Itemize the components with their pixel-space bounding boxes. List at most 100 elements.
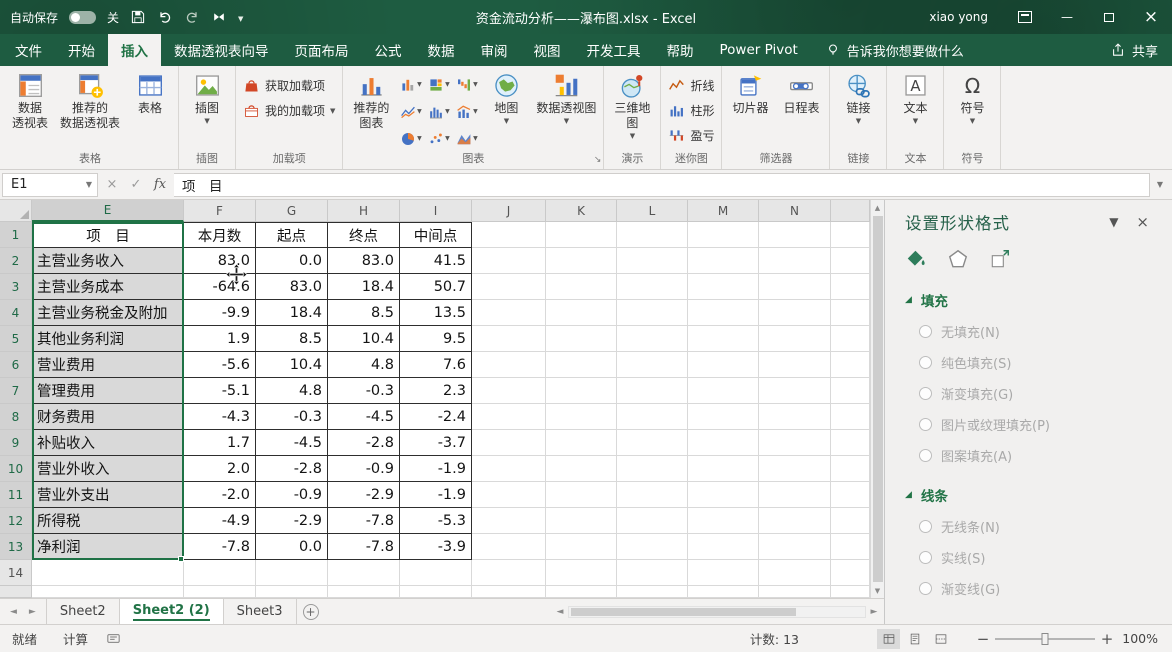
macro-record-icon[interactable] xyxy=(106,631,121,646)
cell[interactable] xyxy=(617,248,688,274)
ribbon-tab[interactable]: 页面布局 xyxy=(282,34,362,66)
cell[interactable] xyxy=(472,300,546,326)
cell[interactable] xyxy=(184,560,256,586)
cell[interactable]: 中间点 xyxy=(400,222,472,248)
cell[interactable]: -1.9 xyxy=(400,456,472,482)
cell[interactable] xyxy=(688,378,759,404)
cell[interactable] xyxy=(688,508,759,534)
cell[interactable] xyxy=(472,404,546,430)
row-header[interactable]: 11 xyxy=(0,482,32,508)
ribbon-tab[interactable]: 文件 xyxy=(2,34,55,66)
scroll-down-icon[interactable]: ▼ xyxy=(871,583,884,598)
cell[interactable] xyxy=(831,430,870,456)
cell[interactable]: -2.8 xyxy=(328,430,400,456)
cell[interactable] xyxy=(546,248,617,274)
cell[interactable] xyxy=(688,222,759,248)
row-header[interactable]: 12 xyxy=(0,508,32,534)
cell[interactable] xyxy=(831,534,870,560)
cell[interactable]: 18.4 xyxy=(328,274,400,300)
cell[interactable] xyxy=(831,586,870,598)
cell[interactable]: 营业费用 xyxy=(32,352,184,378)
column-header[interactable]: N xyxy=(759,200,831,222)
cell[interactable] xyxy=(472,430,546,456)
cell[interactable] xyxy=(759,404,831,430)
cell[interactable] xyxy=(831,456,870,482)
cell[interactable] xyxy=(617,430,688,456)
column-header[interactable]: I xyxy=(400,200,472,222)
cell[interactable] xyxy=(688,300,759,326)
cell[interactable]: -0.3 xyxy=(256,404,328,430)
cell[interactable]: -9.9 xyxy=(184,300,256,326)
add-sheet-button[interactable]: + xyxy=(297,599,325,624)
cell[interactable] xyxy=(546,560,617,586)
horizontal-scroll-track[interactable] xyxy=(568,606,866,618)
ribbon-button[interactable]: 我的加载项▼ xyxy=(239,99,339,122)
chart-type-button[interactable]: ▼ xyxy=(453,126,480,152)
radio-option[interactable]: 图案填充(A) xyxy=(919,446,1158,465)
ribbon-tab[interactable]: 数据透视表向导 xyxy=(161,34,282,66)
chart-type-button[interactable]: ▼ xyxy=(397,72,424,98)
cell[interactable] xyxy=(759,352,831,378)
cell[interactable]: -2.9 xyxy=(256,508,328,534)
radio-option[interactable]: 纯色填充(S) xyxy=(919,353,1158,372)
cell[interactable] xyxy=(617,326,688,352)
row-header[interactable]: 3 xyxy=(0,274,32,300)
cell[interactable] xyxy=(472,534,546,560)
cell[interactable]: 7.6 xyxy=(400,352,472,378)
cell[interactable]: -4.9 xyxy=(184,508,256,534)
cell[interactable] xyxy=(546,378,617,404)
cell[interactable]: 净利润 xyxy=(32,534,184,560)
cell[interactable] xyxy=(831,300,870,326)
radio-option[interactable]: 实线(S) xyxy=(919,548,1158,567)
ribbon-button[interactable]: 地图▼ xyxy=(481,69,531,125)
ribbon-button[interactable]: Ω符号▼ xyxy=(947,69,997,125)
cell[interactable] xyxy=(617,508,688,534)
ribbon-button[interactable]: 推荐的数据透视表 xyxy=(56,69,124,131)
cell[interactable] xyxy=(759,430,831,456)
cell[interactable] xyxy=(617,560,688,586)
cell[interactable]: -0.9 xyxy=(328,456,400,482)
ribbon-tab[interactable]: 开始 xyxy=(55,34,108,66)
autosave-toggle[interactable] xyxy=(69,11,96,24)
ribbon-tab[interactable]: 审阅 xyxy=(468,34,521,66)
column-header[interactable]: F xyxy=(184,200,256,222)
formula-bar-expand-icon[interactable]: ▼ xyxy=(1150,180,1170,189)
fill-bucket-icon[interactable] xyxy=(905,248,927,270)
cell[interactable]: -64.6 xyxy=(184,274,256,300)
sheet-tab[interactable]: Sheet2 (2) xyxy=(120,599,224,624)
cell[interactable]: 41.5 xyxy=(400,248,472,274)
cell[interactable] xyxy=(831,248,870,274)
zoom-thumb[interactable] xyxy=(1042,633,1049,645)
ribbon-tab[interactable]: 开发工具 xyxy=(574,34,654,66)
formula-input[interactable]: 项 目 xyxy=(174,173,1150,197)
cell[interactable] xyxy=(472,456,546,482)
cell[interactable]: -0.9 xyxy=(256,482,328,508)
cell[interactable]: 0.0 xyxy=(256,248,328,274)
cell[interactable] xyxy=(688,586,759,598)
sheet-nav-left-icon[interactable]: ◄ xyxy=(10,607,17,617)
user-name[interactable]: xiao yong xyxy=(929,10,988,24)
cell[interactable]: -4.5 xyxy=(328,404,400,430)
cell[interactable] xyxy=(472,586,546,598)
cell[interactable] xyxy=(472,378,546,404)
row-header[interactable]: 2 xyxy=(0,248,32,274)
cell[interactable] xyxy=(759,482,831,508)
radio-option[interactable]: 无线条(N) xyxy=(919,517,1158,536)
cell[interactable] xyxy=(400,586,472,598)
cell[interactable] xyxy=(688,404,759,430)
view-page-break-icon[interactable] xyxy=(929,629,952,649)
cell[interactable] xyxy=(546,222,617,248)
cell[interactable] xyxy=(328,586,400,598)
horizontal-scroll-thumb[interactable] xyxy=(571,608,796,616)
ribbon-tab[interactable]: 插入 xyxy=(108,34,161,66)
minimize-button[interactable] xyxy=(1046,0,1088,34)
chart-type-button[interactable]: ▼ xyxy=(453,72,480,98)
cell[interactable]: 营业外收入 xyxy=(32,456,184,482)
cell[interactable] xyxy=(688,560,759,586)
cell[interactable]: -1.9 xyxy=(400,482,472,508)
cell[interactable] xyxy=(831,352,870,378)
share-button[interactable]: 共享 xyxy=(1110,34,1172,66)
name-box[interactable]: E1 ▼ xyxy=(2,173,98,197)
cell[interactable]: 项 目 xyxy=(32,222,184,248)
cell[interactable] xyxy=(472,482,546,508)
